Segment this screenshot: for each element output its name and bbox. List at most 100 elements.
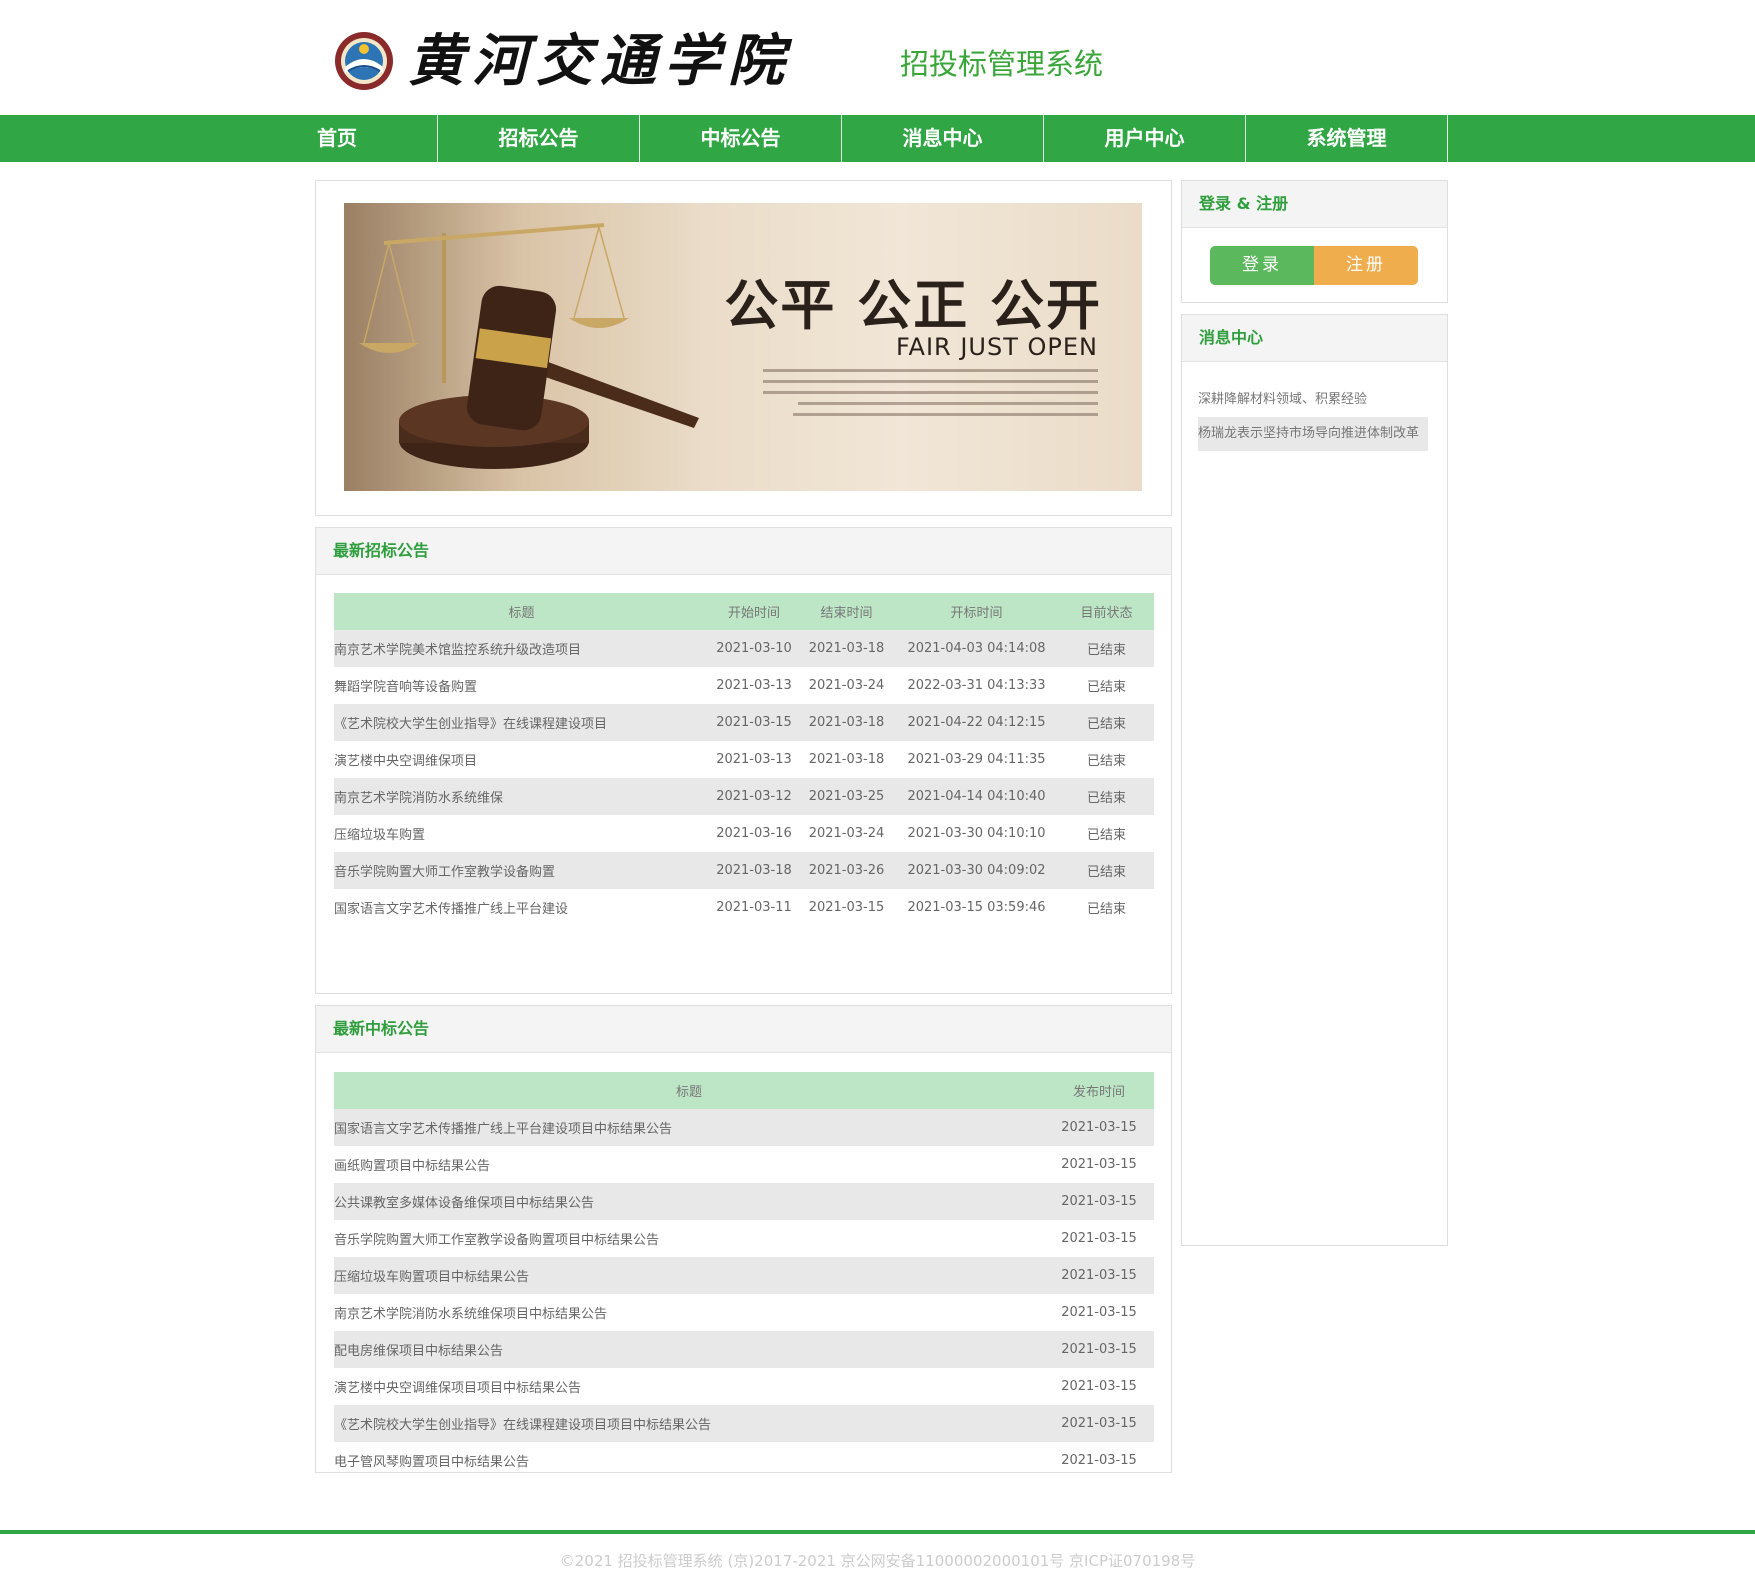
- opening-time: 2021-03-30 04:09:02: [894, 852, 1059, 889]
- award-title-link[interactable]: 国家语言文字艺术传播推广线上平台建设项目中标结果公告: [334, 1109, 1044, 1146]
- login-button[interactable]: 登录: [1210, 246, 1314, 285]
- award-title-link[interactable]: 压缩垃圾车购置项目中标结果公告: [334, 1257, 1044, 1294]
- table-row[interactable]: 南京艺术学院美术馆监控系统升级改造项目 2021-03-10 2021-03-1…: [334, 630, 1154, 667]
- table-header-row: 标题 发布时间: [334, 1072, 1154, 1109]
- status-text: 已结束: [1059, 630, 1154, 667]
- footer-copyright: ©2021 招投标管理系统 (京)2017-2021 京公网安备11000002…: [559, 1552, 1196, 1570]
- status-text: 已结束: [1086, 828, 1126, 843]
- table-row[interactable]: 《艺术院校大学生创业指导》在线课程建设项目项目中标结果公告 2021-03-15: [334, 1405, 1154, 1442]
- column-header: 发布时间: [1044, 1072, 1154, 1109]
- table-row[interactable]: 舞蹈学院音响等设备购置 2021-03-13 2021-03-24 2022-0…: [334, 667, 1154, 704]
- message-item[interactable]: 深耕降解材料领域、积累经验: [1198, 383, 1428, 417]
- table-row[interactable]: 压缩垃圾车购置 2021-03-16 2021-03-24 2021-03-30…: [334, 815, 1154, 852]
- opening-time: 2021-04-03 04:14:08: [894, 630, 1059, 667]
- table-row[interactable]: 画纸购置项目中标结果公告 2021-03-15: [334, 1146, 1154, 1183]
- column-header: 开始时间: [709, 593, 799, 630]
- nav-tender-notice[interactable]: 招标公告: [438, 115, 639, 162]
- table-row[interactable]: 国家语言文字艺术传播推广线上平台建设项目中标结果公告 2021-03-15: [334, 1109, 1154, 1146]
- table-row[interactable]: 演艺楼中央空调维保项目项目中标结果公告 2021-03-15: [334, 1368, 1154, 1405]
- award-title-link[interactable]: 公共课教室多媒体设备维保项目中标结果公告: [334, 1183, 1044, 1220]
- tender-title-link[interactable]: 舞蹈学院音响等设备购置: [334, 667, 709, 704]
- school-emblem-icon: [335, 32, 393, 90]
- opening-time: 2021-03-15 03:59:46: [907, 900, 1046, 915]
- opening-time: 2022-03-31 04:13:33: [907, 678, 1046, 693]
- tender-title-link[interactable]: 国家语言文字艺术传播推广线上平台建设: [334, 889, 709, 926]
- award-title-link[interactable]: 电子管风琴购置项目中标结果公告: [334, 1442, 1044, 1479]
- main-nav: 首页 招标公告 中标公告 消息中心 用户中心 系统管理: [0, 115, 1755, 162]
- start-date: 2021-03-11: [716, 900, 792, 915]
- opening-time: 2021-03-30 04:10:10: [907, 826, 1046, 841]
- table-row[interactable]: 音乐学院购置大师工作室教学设备购置项目中标结果公告 2021-03-15: [334, 1220, 1154, 1257]
- end-date: 2021-03-18: [808, 752, 885, 767]
- publish-date: 2021-03-15: [1061, 1231, 1137, 1246]
- site-header: 黄河交通学院 招投标管理系统: [0, 0, 1755, 115]
- table-row[interactable]: 压缩垃圾车购置项目中标结果公告 2021-03-15: [334, 1257, 1154, 1294]
- tender-title-link[interactable]: 音乐学院购置大师工作室教学设备购置: [334, 852, 709, 889]
- end-date: 2021-03-24: [808, 826, 885, 841]
- award-title-link[interactable]: 《艺术院校大学生创业指导》在线课程建设项目项目中标结果公告: [334, 1405, 1044, 1442]
- status-text: 已结束: [1086, 680, 1126, 695]
- nav-message-center[interactable]: 消息中心: [842, 115, 1043, 162]
- register-button[interactable]: 注册: [1314, 246, 1418, 285]
- end-date: 2021-03-26: [799, 852, 894, 889]
- end-date: 2021-03-18: [799, 704, 894, 741]
- start-date: 2021-03-10: [709, 630, 799, 667]
- nav-divider: [1447, 115, 1448, 162]
- nav-user-center[interactable]: 用户中心: [1044, 115, 1245, 162]
- table-header-row: 标题 开始时间 结束时间 开标时间 目前状态: [334, 593, 1154, 630]
- table-row[interactable]: 国家语言文字艺术传播推广线上平台建设 2021-03-11 2021-03-15…: [334, 889, 1154, 926]
- status-text: 已结束: [1086, 902, 1126, 917]
- gavel-scales-illustration: [359, 223, 699, 469]
- publish-date: 2021-03-15: [1044, 1405, 1154, 1442]
- award-title-link[interactable]: 画纸购置项目中标结果公告: [334, 1146, 1044, 1183]
- table-row[interactable]: 演艺楼中央空调维保项目 2021-03-13 2021-03-18 2021-0…: [334, 741, 1154, 778]
- publish-date: 2021-03-15: [1061, 1379, 1137, 1394]
- opening-time: 2021-04-14 04:10:40: [894, 778, 1059, 815]
- award-table: 标题 发布时间 国家语言文字艺术传播推广线上平台建设项目中标结果公告 2021-0…: [334, 1072, 1154, 1479]
- banner-fine-print-decoration: [763, 369, 1098, 424]
- award-notice-panel: 最新中标公告 标题 发布时间 国家语言文字艺术传播推广线上平台建设项目中标结果公…: [315, 1005, 1172, 1473]
- nav-award-notice[interactable]: 中标公告: [640, 115, 841, 162]
- banner-image[interactable]: 公平 公正 公开 FAIR JUST OPEN: [344, 203, 1142, 491]
- column-header: 标题: [334, 593, 709, 630]
- publish-date: 2021-03-15: [1061, 1157, 1137, 1172]
- tender-title-link[interactable]: 南京艺术学院美术馆监控系统升级改造项目: [334, 630, 709, 667]
- panel-heading: 登录 & 注册: [1182, 181, 1447, 228]
- nav-system-admin[interactable]: 系统管理: [1246, 115, 1447, 162]
- table-row[interactable]: 电子管风琴购置项目中标结果公告 2021-03-15: [334, 1442, 1154, 1479]
- end-date: 2021-03-15: [808, 900, 885, 915]
- publish-date: 2021-03-15: [1061, 1453, 1137, 1468]
- table-row[interactable]: 《艺术院校大学生创业指导》在线课程建设项目 2021-03-15 2021-03…: [334, 704, 1154, 741]
- start-date: 2021-03-16: [716, 826, 792, 841]
- table-row[interactable]: 南京艺术学院消防水系统维保 2021-03-12 2021-03-25 2021…: [334, 778, 1154, 815]
- banner-title: 公平 公正 公开: [724, 274, 1102, 337]
- start-date: 2021-03-18: [709, 852, 799, 889]
- banner-panel: 公平 公正 公开 FAIR JUST OPEN: [315, 180, 1172, 516]
- table-row[interactable]: 公共课教室多媒体设备维保项目中标结果公告 2021-03-15: [334, 1183, 1154, 1220]
- start-date: 2021-03-12: [709, 778, 799, 815]
- status-text: 已结束: [1059, 778, 1154, 815]
- column-header: 目前状态: [1059, 593, 1154, 630]
- tender-title-link[interactable]: 演艺楼中央空调维保项目: [334, 741, 709, 778]
- publish-date: 2021-03-15: [1044, 1331, 1154, 1368]
- table-row[interactable]: 南京艺术学院消防水系统维保项目中标结果公告 2021-03-15: [334, 1294, 1154, 1331]
- opening-time: 2021-03-29 04:11:35: [907, 752, 1046, 767]
- award-title-link[interactable]: 演艺楼中央空调维保项目项目中标结果公告: [334, 1368, 1044, 1405]
- table-row[interactable]: 配电房维保项目中标结果公告 2021-03-15: [334, 1331, 1154, 1368]
- panel-heading: 最新中标公告: [316, 1006, 1171, 1053]
- tender-title-link[interactable]: 《艺术院校大学生创业指导》在线课程建设项目: [334, 704, 709, 741]
- message-item[interactable]: 杨瑞龙表示坚持市场导向推进体制改革: [1198, 417, 1428, 451]
- end-date: 2021-03-24: [808, 678, 885, 693]
- auth-button-group: 登录 注册: [1210, 246, 1418, 285]
- tender-title-link[interactable]: 压缩垃圾车购置: [334, 815, 709, 852]
- status-text: 已结束: [1086, 754, 1126, 769]
- award-title-link[interactable]: 配电房维保项目中标结果公告: [334, 1331, 1044, 1368]
- end-date: 2021-03-18: [799, 630, 894, 667]
- nav-home[interactable]: 首页: [296, 115, 438, 162]
- award-title-link[interactable]: 音乐学院购置大师工作室教学设备购置项目中标结果公告: [334, 1220, 1044, 1257]
- tender-title-link[interactable]: 南京艺术学院消防水系统维保: [334, 778, 709, 815]
- opening-time: 2021-04-22 04:12:15: [894, 704, 1059, 741]
- column-header: 标题: [334, 1072, 1044, 1109]
- table-row[interactable]: 音乐学院购置大师工作室教学设备购置 2021-03-18 2021-03-26 …: [334, 852, 1154, 889]
- award-title-link[interactable]: 南京艺术学院消防水系统维保项目中标结果公告: [334, 1294, 1044, 1331]
